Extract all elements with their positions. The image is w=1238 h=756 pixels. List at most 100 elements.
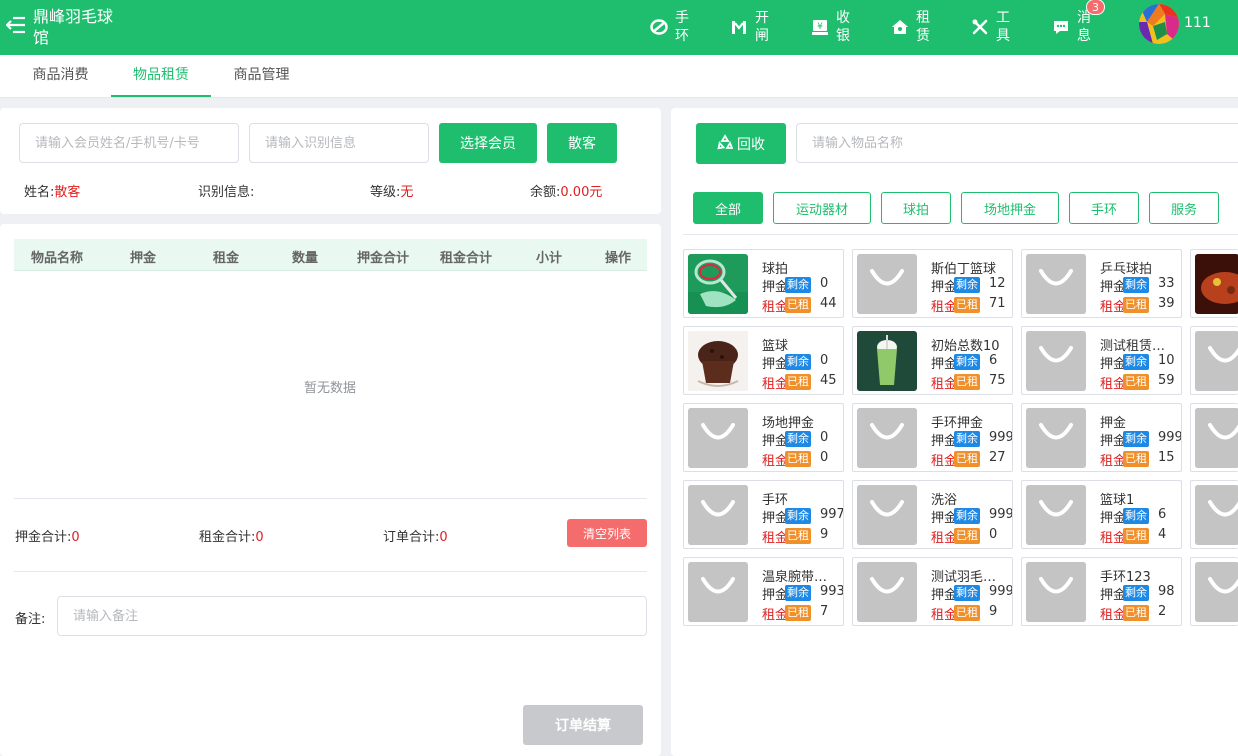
remaining-count: 98 <box>1158 584 1175 599</box>
col-item-name: 物品名称 <box>31 251 84 266</box>
item-card[interactable]: 斯伯丁篮球 押金 租金 剩余 12 已租 71 <box>852 249 1013 318</box>
item-card[interactable]: 洗浴押金租金剩余99997已租0 <box>852 480 1013 549</box>
remaining-badge: 剩余 <box>785 508 811 524</box>
member-name-value: 散客 <box>54 185 81 200</box>
tab-item-rental[interactable]: 物品租赁 <box>111 55 211 97</box>
rented-badge: 已租 <box>1123 528 1149 544</box>
member-balance-value: 0.00元 <box>560 185 603 200</box>
item-card[interactable]: 温泉腕带… 押金 租金 剩余 993 已租 7 <box>683 557 844 626</box>
rented-count: 39 <box>1158 296 1175 311</box>
item-card[interactable]: 篮球1 押金 租金 剩余 6 已租 4 <box>1021 480 1182 549</box>
item-name: 斯伯丁篮球 <box>931 262 997 277</box>
rented-count: 27 <box>989 450 1006 465</box>
remaining-count: 0 <box>820 276 829 291</box>
item-card[interactable] <box>1190 557 1238 626</box>
clear-list-button[interactable]: 清空列表 <box>567 519 647 547</box>
item-image <box>688 331 748 391</box>
gate-icon <box>730 18 748 36</box>
placeholder-bag-icon <box>857 254 917 314</box>
settle-order-button[interactable]: 订单结算 <box>523 705 643 745</box>
item-card[interactable]: 场地押金 押金 租金 剩余 0 已租 0 <box>683 403 844 472</box>
nav-cashier[interactable]: ¥ 收银 <box>811 9 851 45</box>
item-card[interactable] <box>1190 480 1238 549</box>
item-card[interactable]: 手环123 押金 租金 剩余 98 已租 2 <box>1021 557 1182 626</box>
rented-badge: 已租 <box>954 451 980 467</box>
category-rackets[interactable]: 球拍 <box>881 192 951 224</box>
item-search-input[interactable] <box>796 123 1238 163</box>
remaining-badge: 剩余 <box>1123 354 1149 370</box>
item-card[interactable]: 手环 押金 租金 剩余 997 已租 9 <box>683 480 844 549</box>
category-service[interactable]: 服务 <box>1149 192 1219 224</box>
placeholder-bag-icon <box>688 562 748 622</box>
item-card[interactable]: 测试羽毛…押金租金剩余9992已租9 <box>852 557 1013 626</box>
rented-badge: 已租 <box>1123 297 1149 313</box>
order-total: 订单合计:0 <box>383 530 448 545</box>
col-deposit-total: 押金合计 <box>357 251 410 266</box>
remaining-count: 0 <box>820 430 829 445</box>
menu-collapse-icon[interactable] <box>5 14 26 36</box>
item-card[interactable]: 球拍 押金 租金 剩余 0 已租 44 <box>683 249 844 318</box>
recycle-icon <box>717 133 734 154</box>
rented-badge: 已租 <box>785 374 811 390</box>
remark-input[interactable] <box>57 596 647 636</box>
nav-wristband[interactable]: 手环 <box>650 9 690 45</box>
placeholder-bag-icon <box>857 485 917 545</box>
item-name: 押金 <box>1100 416 1127 431</box>
item-card[interactable]: 篮球 押金 租金 剩余 0 已租 45 <box>683 326 844 395</box>
rented-count: 2 <box>1158 604 1167 619</box>
select-member-button[interactable]: 选择会员 <box>439 123 537 163</box>
col-deposit: 押金 <box>130 251 157 266</box>
category-venue-deposit[interactable]: 场地押金 <box>961 192 1059 224</box>
guest-button[interactable]: 散客 <box>547 123 617 163</box>
rented-count: 9 <box>820 527 829 542</box>
placeholder-bag-icon <box>688 485 748 545</box>
item-image <box>688 254 748 314</box>
rented-count: 71 <box>989 296 1006 311</box>
item-card[interactable]: 初始总数10 押金 租金 剩余 6 已租 75 <box>852 326 1013 395</box>
deposit-total: 押金合计:0 <box>15 530 80 545</box>
order-panel <box>0 224 661 756</box>
username[interactable]: 111 <box>1184 15 1211 31</box>
category-all[interactable]: 全部 <box>693 192 763 224</box>
remaining-badge: 剩余 <box>1123 277 1149 293</box>
remaining-count: 993 <box>820 584 844 599</box>
item-name: 乒乓球拍 <box>1100 262 1153 277</box>
item-card[interactable]: 乒乓球拍 押金 租金 剩余 33 已租 39 <box>1021 249 1182 318</box>
placeholder-bag-icon <box>857 408 917 468</box>
rent-total: 租金合计:0 <box>199 530 264 545</box>
tab-goods-management[interactable]: 商品管理 <box>214 55 309 97</box>
rented-count: 15 <box>1158 450 1175 465</box>
col-actions: 操作 <box>605 251 632 266</box>
category-sports-equipment[interactable]: 运动器材 <box>773 192 871 224</box>
wristband-icon <box>650 18 668 36</box>
rented-badge: 已租 <box>954 374 980 390</box>
col-rent: 租金 <box>213 251 240 266</box>
rented-count: 44 <box>820 296 837 311</box>
item-name: 洗浴 <box>931 493 958 508</box>
nav-gate[interactable]: 开闸 <box>730 9 770 45</box>
tab-goods-consume[interactable]: 商品消费 <box>13 55 108 97</box>
nav-messages[interactable]: 消息 3 <box>1052 0 1105 45</box>
member-search-input[interactable] <box>19 123 239 163</box>
remaining-badge: 剩余 <box>954 354 980 370</box>
item-name: 初始总数10 <box>931 339 1000 354</box>
item-card[interactable] <box>1190 249 1238 318</box>
item-card[interactable] <box>1190 326 1238 395</box>
recycle-button[interactable]: 回收 <box>696 123 786 164</box>
placeholder-bag-icon <box>1195 408 1238 468</box>
col-quantity: 数量 <box>292 251 319 266</box>
item-card[interactable]: 手环押金押金租金剩余999986已租27 <box>852 403 1013 472</box>
remaining-count: 12 <box>989 276 1006 291</box>
nav-rental[interactable]: 租赁 <box>891 9 931 45</box>
item-card[interactable]: 押金押金租金剩余999992已租15 <box>1021 403 1182 472</box>
placeholder-bag-icon <box>1195 331 1238 391</box>
member-name-info: 姓名:散客 <box>24 185 81 200</box>
item-card[interactable] <box>1190 403 1238 472</box>
item-card[interactable]: 测试租赁… 押金 租金 剩余 10 已租 59 <box>1021 326 1182 395</box>
item-name: 篮球 <box>762 339 789 354</box>
identification-input[interactable] <box>249 123 429 163</box>
nav-tools[interactable]: 工具 <box>971 9 1011 45</box>
category-wristband[interactable]: 手环 <box>1069 192 1139 224</box>
remaining-count: 999992 <box>1158 430 1182 445</box>
avatar[interactable] <box>1139 4 1179 44</box>
